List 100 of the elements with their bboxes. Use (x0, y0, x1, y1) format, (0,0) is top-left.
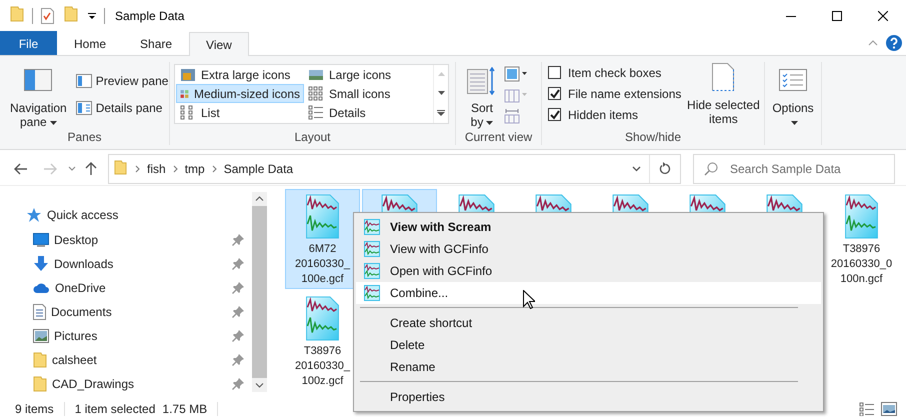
selection-size: 1.75 MB (162, 402, 208, 416)
waveform-icon (364, 241, 380, 257)
sort-icon (467, 67, 497, 95)
navigation-item[interactable]: calsheet (0, 348, 252, 372)
details-pane-icon (76, 101, 92, 115)
file-item[interactable]: T38976 20160330_0 100n.gcf (824, 189, 899, 289)
help-icon[interactable] (886, 35, 902, 51)
navigation-item[interactable]: Pictures (0, 324, 252, 348)
add-columns-icon[interactable] (504, 87, 528, 103)
search-icon (704, 162, 718, 176)
layout-option[interactable]: Extra large icons (176, 65, 304, 84)
pin-icon[interactable] (232, 306, 244, 318)
scroll-up-icon[interactable] (255, 196, 264, 201)
waveform-file-icon (843, 194, 880, 239)
hide-selected-items-button[interactable]: Hide selected items (682, 62, 764, 127)
breadcrumb[interactable]: Sample Data (220, 162, 296, 176)
layout-option[interactable]: Large icons (304, 65, 432, 84)
dropdown-caret-icon[interactable] (632, 166, 640, 172)
picture-icon (33, 329, 49, 343)
group-label: Panes (66, 129, 103, 145)
details-view-icon[interactable] (859, 402, 875, 416)
ribbon-tab[interactable]: Share (123, 31, 190, 55)
layout-option[interactable]: List (176, 103, 304, 122)
navigation-item[interactable]: Documents (0, 300, 252, 324)
large-icons-view-icon[interactable] (881, 402, 897, 416)
navigation-item[interactable]: CAD_Drawings (0, 372, 252, 396)
menu-item[interactable]: Create shortcut (356, 312, 821, 334)
ribbon-tab[interactable]: File (0, 31, 57, 55)
breadcrumb[interactable]: tmp (182, 162, 208, 176)
collapse-ribbon-icon[interactable] (868, 40, 878, 46)
navigation-pane-icon (24, 69, 52, 91)
properties-icon[interactable] (41, 8, 54, 24)
ribbon-tab[interactable]: View (189, 32, 249, 56)
chevron-icon (172, 164, 178, 172)
preview-pane-button[interactable]: Preview pane (72, 71, 172, 91)
folder-icon (33, 352, 47, 368)
mouse-pointer-icon (523, 290, 535, 309)
scrollbar[interactable] (252, 192, 267, 392)
group-label: Current view (464, 129, 534, 145)
sort-by-button[interactable]: Sort by (462, 62, 502, 130)
details-view-icon (308, 104, 324, 120)
group-label: Layout (293, 129, 332, 145)
folder-icon (10, 6, 24, 22)
scroll-down-icon[interactable] (255, 383, 264, 388)
navigation-item[interactable]: Quick access (0, 203, 252, 227)
scroll-down-icon[interactable] (438, 90, 444, 95)
caret-icon (68, 166, 76, 171)
checkbox-label: Hidden items (568, 108, 638, 122)
checkbox-label: Item check boxes (568, 66, 662, 80)
extra-large-icons-icon (180, 66, 196, 82)
navigation-item[interactable]: OneDrive (0, 276, 252, 300)
options-button[interactable]: Options (768, 62, 818, 126)
checkbox[interactable] (548, 66, 561, 79)
document-icon (33, 304, 46, 320)
details-pane-button[interactable]: Details pane (72, 98, 172, 118)
refresh-icon[interactable] (659, 162, 671, 175)
navigation-item[interactable]: Downloads (0, 252, 252, 276)
download-arrow-icon (33, 256, 49, 272)
menu-item[interactable]: Properties (356, 386, 821, 408)
checkbox[interactable] (548, 87, 561, 100)
navigation-pane-button[interactable]: Navigation pane (6, 62, 71, 130)
breadcrumb[interactable]: fish (144, 162, 169, 176)
search-field[interactable]: Search Sample Data (693, 154, 895, 184)
waveform-icon (364, 285, 380, 301)
preview-pane-icon (76, 74, 92, 88)
desktop-icon (33, 233, 49, 247)
customize-caret-icon[interactable] (88, 12, 96, 20)
layout-option[interactable]: Medium-sized icons (176, 84, 304, 103)
back-arrow-icon (14, 162, 28, 174)
pin-icon[interactable] (232, 330, 244, 342)
pin-icon[interactable] (232, 234, 244, 246)
pin-icon[interactable] (232, 282, 244, 294)
checkbox-label: File name extensions (568, 86, 682, 100)
up-arrow-icon (85, 162, 97, 175)
group-by-icon[interactable] (504, 66, 528, 82)
layout-option[interactable]: Details (304, 103, 432, 122)
waveform-icon (364, 263, 380, 279)
chevron-icon (135, 164, 140, 172)
address-bar[interactable]: fish tmp Sample Data (108, 154, 681, 184)
forward-arrow-icon (43, 162, 57, 174)
checkbox[interactable] (548, 108, 561, 121)
ribbon-tab[interactable]: Home (57, 31, 124, 55)
pin-icon[interactable] (232, 378, 244, 390)
group-label: Show/hide (624, 129, 682, 145)
caret-icon (50, 120, 57, 125)
search-placeholder: Search Sample Data (730, 162, 841, 176)
menu-item[interactable]: Rename (356, 356, 821, 378)
file-item[interactable]: 6M72 20160330_ 100e.gcf (285, 189, 360, 289)
pin-icon[interactable] (232, 258, 244, 270)
navigation-item[interactable]: Desktop (0, 228, 252, 252)
small-icons-icon (308, 86, 324, 102)
item-count: 9 items (15, 402, 54, 416)
menu-item[interactable]: Delete (356, 334, 821, 356)
window-title: Sample Data (115, 8, 184, 22)
caret-icon (486, 120, 494, 125)
close-icon (878, 10, 888, 20)
pin-icon[interactable] (232, 354, 244, 366)
more-icon[interactable] (437, 110, 445, 116)
menu-item[interactable]: Combine... (356, 282, 821, 304)
layout-option[interactable]: Small icons (304, 84, 432, 103)
